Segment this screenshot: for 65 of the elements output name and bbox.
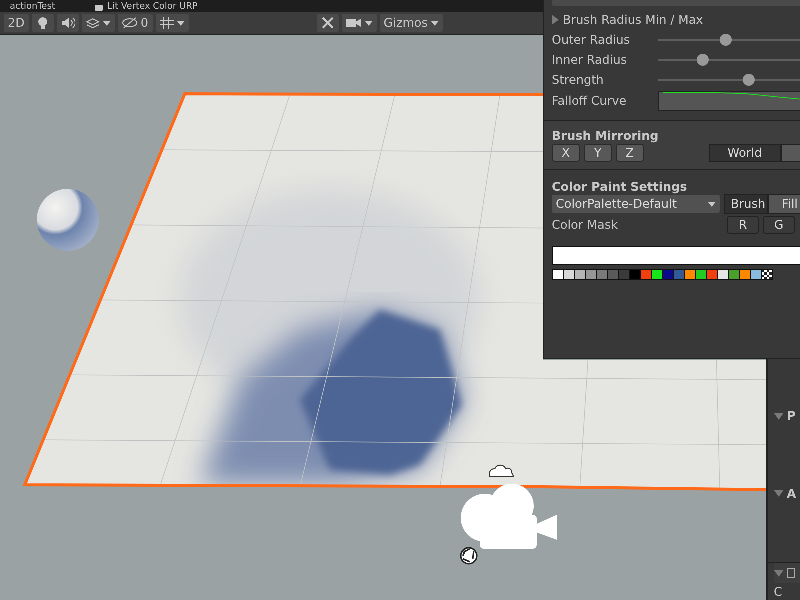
section-title: Color Paint Settings: [552, 179, 688, 194]
color-swatch[interactable]: [728, 269, 739, 280]
cloud-icon: [489, 464, 514, 478]
aperture-icon: [460, 547, 478, 565]
color-swatch[interactable]: [552, 269, 563, 280]
color-swatch[interactable]: [750, 269, 761, 280]
slider-label: Outer Radius: [552, 33, 632, 47]
space-toggle[interactable]: World: [709, 144, 781, 162]
axis-toggle[interactable]: Y: [584, 144, 612, 162]
color-swatch[interactable]: [717, 269, 728, 280]
slider-thumb[interactable]: [696, 54, 709, 66]
gizmos-dropdown[interactable]: Gizmos: [380, 14, 443, 32]
slider-label: Strength: [552, 73, 605, 87]
speaker-icon[interactable]: [56, 14, 79, 32]
add-swatch-icon[interactable]: [761, 269, 773, 280]
slider-thumb[interactable]: [720, 34, 732, 46]
color-swatch[interactable]: [673, 269, 684, 280]
section-label: P: [787, 409, 796, 424]
section-label: C: [774, 584, 784, 600]
color-mask-label: Color Mask: [552, 218, 618, 232]
channel-toggle[interactable]: G: [763, 216, 795, 234]
hidden-objects-toggle[interactable]: 0: [118, 14, 153, 32]
lock-icon: [95, 4, 104, 10]
paint-mode-tab[interactable]: Brush: [724, 194, 768, 214]
grid-icon[interactable]: [156, 14, 189, 32]
color-swatch[interactable]: [706, 269, 717, 280]
color-swatch[interactable]: [563, 269, 574, 280]
video-camera-icon[interactable]: [342, 14, 377, 32]
2d-toggle[interactable]: 2D: [4, 14, 29, 32]
component-icon: [787, 568, 795, 578]
color-swatch[interactable]: [739, 269, 750, 280]
color-swatch[interactable]: [695, 269, 706, 280]
tools-icon[interactable]: [316, 14, 339, 32]
falloff-curve-field[interactable]: [658, 91, 800, 111]
color-swatch[interactable]: [574, 269, 585, 280]
brush-radius-foldout[interactable]: Brush Radius Min / Max: [552, 13, 704, 27]
axis-toggle[interactable]: X: [552, 144, 580, 162]
lightbulb-icon[interactable]: [32, 14, 54, 32]
foldout-icon[interactable]: [774, 412, 784, 420]
foldout-icon[interactable]: [774, 490, 784, 498]
section-label: A: [787, 486, 796, 501]
color-swatch[interactable]: [640, 269, 651, 280]
sphere-drawing: [37, 189, 99, 251]
channel-toggle[interactable]: R: [727, 216, 759, 234]
falloff-label: Falloff Curve: [552, 94, 628, 108]
color-swatch[interactable]: [662, 269, 673, 280]
slider-thumb[interactable]: [743, 74, 756, 86]
color-swatch[interactable]: [651, 269, 662, 280]
camera-icon: [461, 484, 557, 549]
axis-toggle[interactable]: Z: [616, 144, 644, 162]
color-swatch[interactable]: [596, 269, 607, 280]
slider-label: Inner Radius: [552, 53, 628, 67]
color-swatch[interactable]: [629, 269, 640, 280]
color-swatch[interactable]: [607, 269, 618, 280]
scene-tab[interactable]: actionTest: [10, 3, 56, 12]
layers-icon[interactable]: [82, 14, 115, 32]
scene-tab[interactable]: Lit Vertex Color URP: [107, 3, 198, 12]
color-swatch[interactable]: [618, 269, 629, 280]
eye-slash-icon: [122, 17, 138, 29]
section-title: Brush Mirroring: [552, 128, 660, 143]
color-swatch[interactable]: [585, 269, 596, 280]
palette-dropdown[interactable]: ColorPalette-Default: [552, 195, 720, 213]
color-swatch[interactable]: [684, 269, 695, 280]
paint-mode-tab[interactable]: Fill: [768, 194, 800, 214]
foldout-icon[interactable]: [774, 570, 784, 577]
